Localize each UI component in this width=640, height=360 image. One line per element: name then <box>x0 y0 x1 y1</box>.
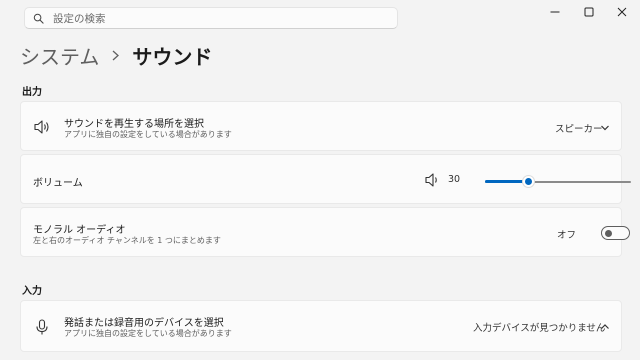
search-icon <box>33 13 44 24</box>
volume-slider[interactable] <box>485 175 631 188</box>
maximize-button[interactable] <box>571 0 607 24</box>
volume-value: 30 <box>448 174 461 185</box>
volume-card: ボリューム 30 <box>20 154 631 204</box>
section-label-input: 入力 <box>22 286 42 297</box>
speaker-icon <box>34 120 49 134</box>
output-device-title: サウンドを再生する場所を選択 <box>64 119 204 130</box>
chevron-up-icon[interactable] <box>600 322 610 332</box>
output-device-description: アプリに独自の設定をしている場合があります <box>64 130 232 139</box>
input-device-description: アプリに独自の設定をしている場合があります <box>64 329 232 338</box>
volume-icon[interactable] <box>423 171 441 189</box>
close-icon <box>617 7 627 17</box>
output-device-card[interactable]: サウンドを再生する場所を選択 アプリに独自の設定をしている場合があります スピー… <box>20 101 622 151</box>
mono-audio-title: モノラル オーディオ <box>33 225 126 236</box>
input-device-value[interactable]: 入力デバイスが見つかりません <box>473 320 605 334</box>
close-button[interactable] <box>604 0 640 24</box>
chevron-right-icon <box>111 50 120 61</box>
minimize-icon <box>550 11 560 13</box>
title-bar: 設定の検索 <box>0 0 640 34</box>
output-device-value[interactable]: スピーカー <box>555 121 603 135</box>
chevron-down-icon[interactable] <box>600 123 610 133</box>
section-label-output: 出力 <box>22 87 42 98</box>
input-device-card[interactable]: 発話または録音用のデバイスを選択 アプリに独自の設定をしている場合があります 入… <box>20 300 622 352</box>
breadcrumb-system[interactable]: システム <box>20 41 99 70</box>
microphone-icon <box>36 319 48 335</box>
mono-audio-card: モノラル オーディオ 左と右のオーディオ チャンネルを 1 つにまとめます オフ <box>20 207 630 257</box>
breadcrumb: システム サウンド <box>20 40 212 70</box>
input-device-title: 発話または録音用のデバイスを選択 <box>64 318 224 329</box>
search-box[interactable]: 設定の検索 <box>24 7 398 29</box>
minimize-button[interactable] <box>537 0 573 24</box>
page-title: サウンド <box>132 44 213 69</box>
maximize-icon <box>584 7 594 17</box>
search-input[interactable]: 設定の検索 <box>53 11 106 26</box>
mono-audio-description: 左と右のオーディオ チャンネルを 1 つにまとめます <box>33 236 221 245</box>
mono-audio-state: オフ <box>557 230 577 241</box>
volume-title: ボリューム <box>33 178 83 189</box>
mono-audio-toggle[interactable] <box>601 226 630 240</box>
volume-slider-thumb[interactable] <box>522 175 536 188</box>
